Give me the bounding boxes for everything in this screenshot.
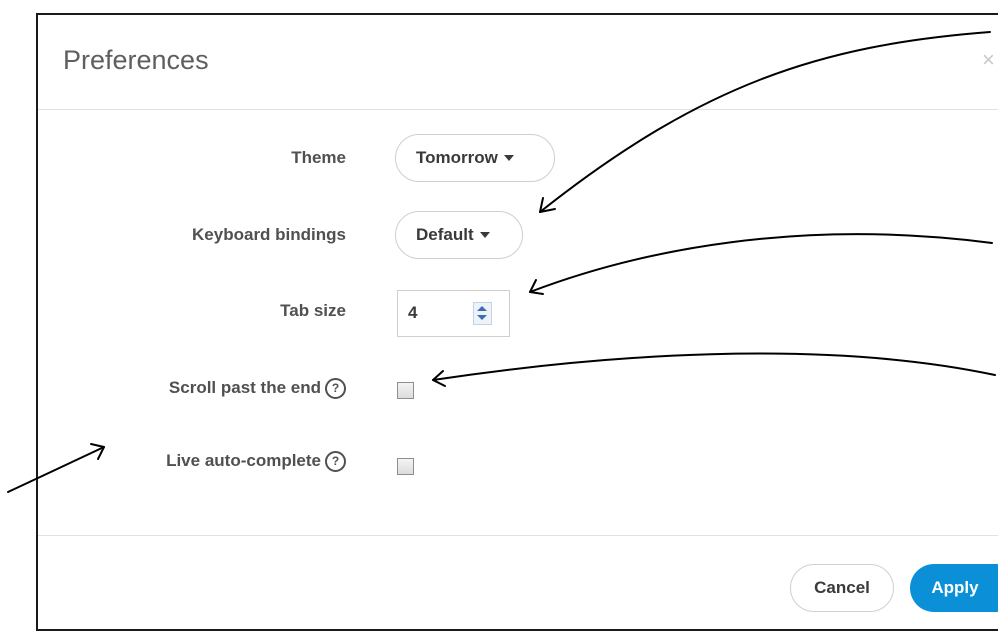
live-autocomplete-checkbox[interactable] (397, 458, 414, 475)
close-icon[interactable]: × (982, 49, 995, 71)
theme-dropdown[interactable]: Tomorrow (395, 134, 555, 182)
live-autocomplete-label: Live auto-complete? (38, 451, 346, 472)
theme-value: Tomorrow (416, 148, 498, 167)
spin-up-icon[interactable] (477, 306, 487, 311)
preferences-dialog: Preferences × Theme Tomorrow Keyboard bi… (36, 13, 998, 631)
theme-label: Theme (291, 148, 346, 167)
dialog-title: Preferences (63, 45, 209, 75)
tab-size-label: Tab size (280, 301, 346, 320)
keyboard-bindings-label: Keyboard bindings (192, 225, 346, 244)
caret-down-icon (503, 155, 514, 161)
spinner-icon[interactable] (473, 302, 492, 325)
caret-down-icon (479, 232, 490, 238)
dialog-header: Preferences × (38, 15, 998, 110)
keyboard-bindings-value: Default (416, 225, 474, 244)
spin-down-icon[interactable] (477, 315, 487, 320)
scroll-past-end-checkbox[interactable] (397, 382, 414, 399)
apply-button[interactable]: Apply (910, 564, 998, 612)
tab-size-input[interactable] (408, 303, 448, 323)
help-icon[interactable]: ? (325, 378, 346, 399)
cancel-button[interactable]: Cancel (790, 564, 894, 612)
scroll-past-end-label: Scroll past the end? (38, 378, 346, 399)
tab-size-stepper (397, 290, 510, 337)
help-icon[interactable]: ? (325, 451, 346, 472)
keyboard-bindings-dropdown[interactable]: Default (395, 211, 523, 259)
dialog-footer: Cancel Apply (38, 535, 998, 632)
